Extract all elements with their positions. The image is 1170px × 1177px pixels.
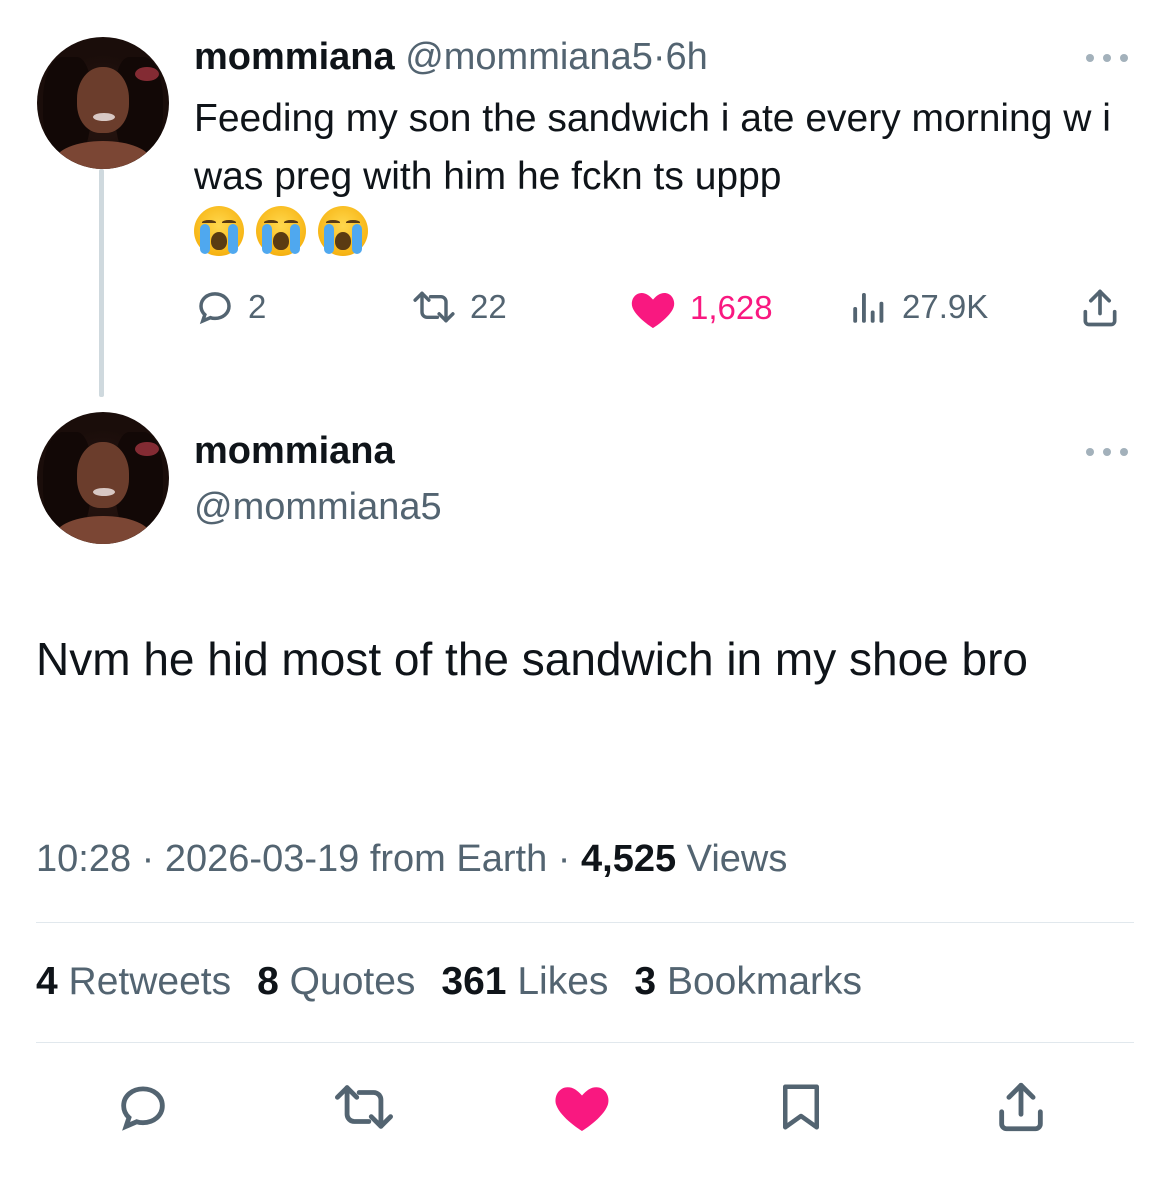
retweet-button[interactable]: 22 bbox=[410, 286, 507, 328]
display-name[interactable]: mommiana bbox=[194, 36, 395, 78]
views-button[interactable]: 27.9K bbox=[848, 286, 988, 328]
views-count: 4,525 bbox=[581, 838, 677, 880]
user-handle[interactable]: @mommiana5 bbox=[405, 36, 653, 78]
display-name[interactable]: mommiana bbox=[194, 430, 395, 473]
share-button[interactable] bbox=[992, 1078, 1050, 1141]
reply-button[interactable]: 2 bbox=[194, 286, 266, 328]
share-icon bbox=[1083, 289, 1117, 327]
tweet-timestamp[interactable]: 10:28 bbox=[36, 838, 131, 880]
reply-icon bbox=[121, 1086, 165, 1131]
loudly-crying-face-emoji bbox=[318, 206, 368, 256]
views-count: 27.9K bbox=[902, 288, 989, 325]
tweet-meta: 10:28 · 2026-03-19 from Earth · 4,525 Vi… bbox=[36, 838, 787, 881]
retweets-stat[interactable]: 4 Retweets bbox=[36, 960, 231, 1004]
tweet-time[interactable]: 6h bbox=[666, 36, 708, 78]
tweet-source: from Earth bbox=[369, 838, 548, 880]
loudly-crying-face-emoji bbox=[194, 206, 244, 256]
bookmark-icon bbox=[783, 1084, 819, 1130]
separator-dot: · bbox=[557, 838, 571, 880]
tweet-date[interactable]: 2026-03-19 bbox=[165, 838, 359, 880]
retweet-icon bbox=[413, 291, 455, 323]
separator-dot: · bbox=[141, 838, 155, 880]
views-chart-icon bbox=[853, 293, 884, 323]
bookmark-button[interactable] bbox=[774, 1078, 828, 1141]
tweet2-action-bar bbox=[0, 1078, 1170, 1138]
user-handle[interactable]: @mommiana5 bbox=[194, 486, 442, 529]
engagement-stats: 4 Retweets 8 Quotes 361 Likes 3 Bookmark… bbox=[36, 960, 862, 1004]
share-button[interactable] bbox=[1078, 286, 1122, 330]
quotes-stat[interactable]: 8 Quotes bbox=[257, 960, 415, 1004]
retweet-count: 22 bbox=[470, 288, 507, 325]
tweet-text: Feeding my son the sandwich i ate every … bbox=[194, 97, 1111, 198]
avatar[interactable] bbox=[37, 412, 169, 544]
reply-count: 2 bbox=[248, 288, 267, 325]
separator-dot: · bbox=[652, 36, 666, 78]
reply-button[interactable] bbox=[114, 1078, 172, 1141]
emoji-row bbox=[194, 206, 368, 256]
heart-filled-icon bbox=[555, 1087, 609, 1131]
thread-connector-line bbox=[99, 169, 104, 397]
like-button[interactable] bbox=[552, 1078, 612, 1139]
views-label: Views bbox=[686, 838, 788, 880]
likes-stat[interactable]: 361 Likes bbox=[441, 960, 608, 1004]
tweet1-action-bar: 2 22 1,628 27.9K bbox=[194, 286, 1134, 332]
retweet-icon bbox=[335, 1085, 394, 1129]
like-button[interactable]: 1,628 bbox=[628, 286, 773, 330]
divider bbox=[36, 922, 1134, 923]
divider bbox=[36, 1042, 1134, 1043]
loudly-crying-face-emoji bbox=[256, 206, 306, 256]
bookmarks-stat[interactable]: 3 Bookmarks bbox=[634, 960, 862, 1004]
tweet1-header: mommiana @mommiana5·6h bbox=[194, 36, 708, 79]
avatar[interactable] bbox=[37, 37, 169, 169]
more-options-icon[interactable] bbox=[1086, 446, 1128, 458]
like-count: 1,628 bbox=[690, 289, 773, 326]
reply-icon bbox=[199, 292, 231, 325]
heart-filled-icon bbox=[631, 293, 675, 328]
tweet-text: Nvm he hid most of the sandwich in my sh… bbox=[36, 633, 1029, 685]
more-options-icon[interactable] bbox=[1086, 52, 1128, 64]
retweet-button[interactable] bbox=[330, 1078, 398, 1141]
share-icon bbox=[999, 1082, 1043, 1132]
